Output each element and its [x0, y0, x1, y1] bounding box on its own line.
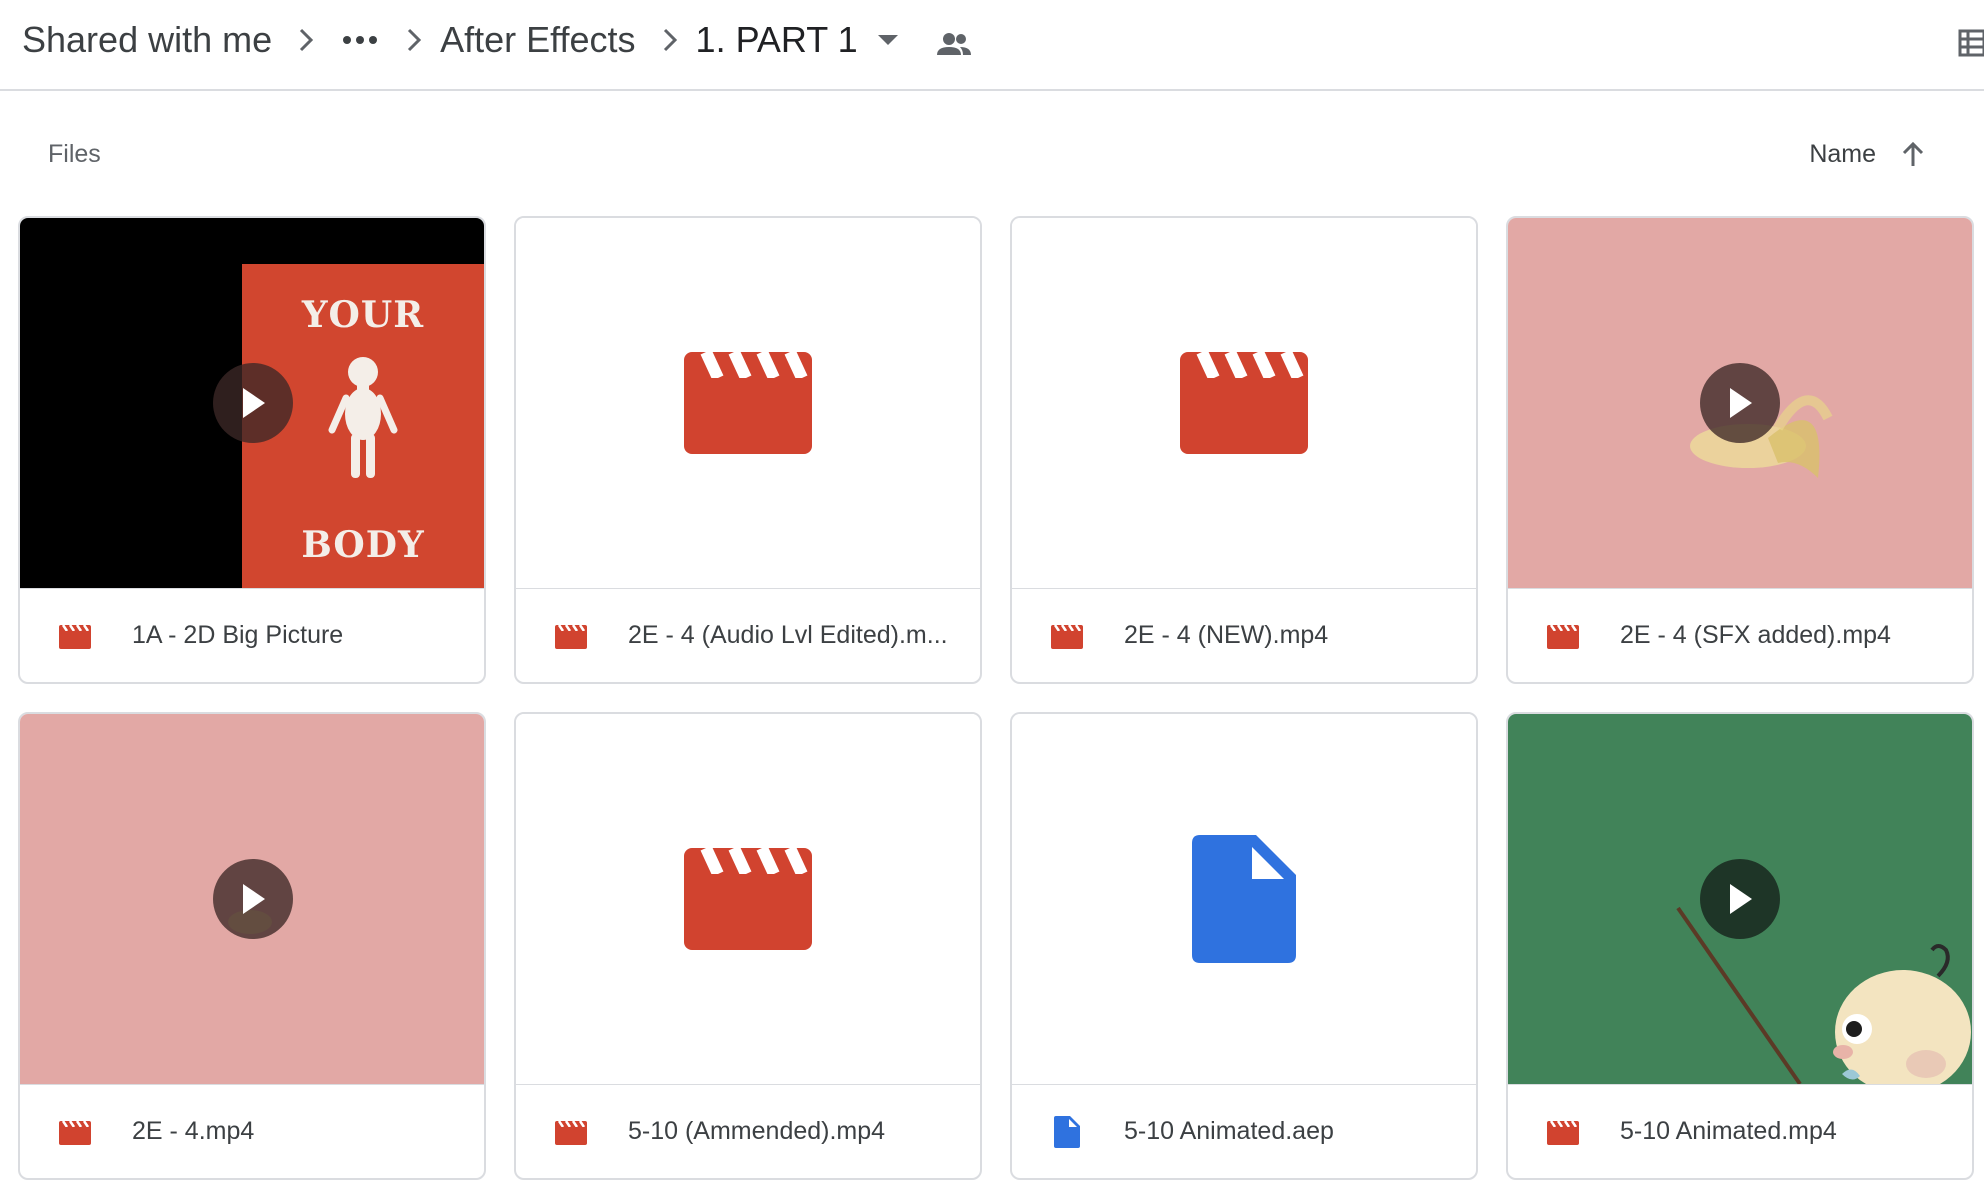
- files-section-title: Files: [48, 140, 101, 168]
- arrow-up-icon[interactable]: [1898, 139, 1928, 169]
- file-card[interactable]: 2E - 4.mp4: [18, 712, 486, 1180]
- play-icon[interactable]: [1700, 363, 1780, 443]
- video-clapper-icon: [684, 848, 812, 950]
- list-view-icon[interactable]: [1954, 28, 1984, 58]
- file-info: 1A - 2D Big Picture: [20, 588, 484, 682]
- video-thumbnail: [1508, 714, 1972, 1084]
- folder-menu-caret-icon[interactable]: [866, 16, 910, 64]
- file-name: 1A - 2D Big Picture: [132, 621, 344, 649]
- document-file-icon: [1192, 835, 1296, 963]
- file-name: 2E - 4 (Audio Lvl Edited).m...: [628, 621, 948, 649]
- play-icon[interactable]: [213, 859, 293, 939]
- file-type-preview: [1012, 714, 1476, 1084]
- chevron-right-icon: [280, 16, 332, 64]
- video-file-icon: [58, 619, 92, 653]
- file-card[interactable]: YOUR BODY 1A - 2D Big Picture: [18, 216, 486, 684]
- header-bar: Shared with me After Effects 1. PART 1: [0, 0, 1984, 91]
- breadcrumb: Shared with me After Effects 1. PART 1: [22, 16, 984, 64]
- video-thumbnail: [20, 714, 484, 1084]
- video-clapper-icon: [684, 352, 812, 454]
- file-card[interactable]: 2E - 4 (SFX added).mp4: [1506, 216, 1974, 684]
- video-clapper-icon: [1180, 352, 1308, 454]
- video-thumbnail: [1508, 218, 1972, 588]
- video-file-icon: [1546, 619, 1580, 653]
- chevron-right-icon: [644, 16, 696, 64]
- file-card[interactable]: 5-10 Animated.aep: [1010, 712, 1478, 1180]
- shared-people-icon[interactable]: [924, 20, 984, 68]
- file-name: 5-10 Animated.aep: [1124, 1117, 1334, 1145]
- file-card[interactable]: 5-10 (Ammended).mp4: [514, 712, 982, 1180]
- file-card[interactable]: 5-10 Animated.mp4: [1506, 712, 1974, 1180]
- video-thumbnail: YOUR BODY: [20, 218, 484, 588]
- breadcrumb-shared-with-me[interactable]: Shared with me: [22, 19, 280, 61]
- file-name: 2E - 4 (NEW).mp4: [1124, 621, 1329, 649]
- file-type-preview: [516, 218, 980, 588]
- video-file-icon: [554, 1115, 588, 1149]
- video-file-icon: [1050, 619, 1084, 653]
- file-name: 5-10 Animated.mp4: [1620, 1117, 1837, 1145]
- thumb-text-bottom: BODY: [301, 524, 425, 566]
- file-type-preview: [516, 714, 980, 1084]
- file-info: 2E - 4.mp4: [20, 1084, 484, 1178]
- video-file-icon: [58, 1115, 92, 1149]
- sort-by-name-button[interactable]: Name: [1809, 134, 1928, 174]
- file-info: 5-10 Animated.aep: [1012, 1084, 1476, 1178]
- play-icon[interactable]: [213, 363, 293, 443]
- sort-label: Name: [1809, 139, 1876, 168]
- file-info: 2E - 4 (Audio Lvl Edited).m...: [516, 588, 980, 682]
- breadcrumb-after-effects[interactable]: After Effects: [440, 19, 643, 61]
- child-figure-icon: [328, 357, 398, 478]
- file-name: 2E - 4.mp4: [132, 1117, 255, 1145]
- video-file-icon: [554, 619, 588, 653]
- more-folders-button[interactable]: [332, 16, 388, 64]
- breadcrumb-current-folder[interactable]: 1. PART 1: [696, 19, 866, 61]
- video-file-icon: [1546, 1115, 1580, 1149]
- file-info: 2E - 4 (NEW).mp4: [1012, 588, 1476, 682]
- file-card[interactable]: 2E - 4 (NEW).mp4: [1010, 216, 1478, 684]
- file-name: 5-10 (Ammended).mp4: [628, 1117, 886, 1145]
- file-info: 5-10 Animated.mp4: [1508, 1084, 1972, 1178]
- thumb-text-top: YOUR: [301, 294, 425, 336]
- document-file-icon: [1050, 1115, 1084, 1149]
- file-grid: YOUR BODY 1A - 2D Big Picture 2E - 4 (Au…: [18, 216, 1974, 1180]
- file-card[interactable]: 2E - 4 (Audio Lvl Edited).m...: [514, 216, 982, 684]
- file-info: 2E - 4 (SFX added).mp4: [1508, 588, 1972, 682]
- chevron-right-icon: [388, 16, 440, 64]
- file-info: 5-10 (Ammended).mp4: [516, 1084, 980, 1178]
- file-name: 2E - 4 (SFX added).mp4: [1620, 621, 1891, 649]
- play-icon[interactable]: [1700, 859, 1780, 939]
- file-type-preview: [1012, 218, 1476, 588]
